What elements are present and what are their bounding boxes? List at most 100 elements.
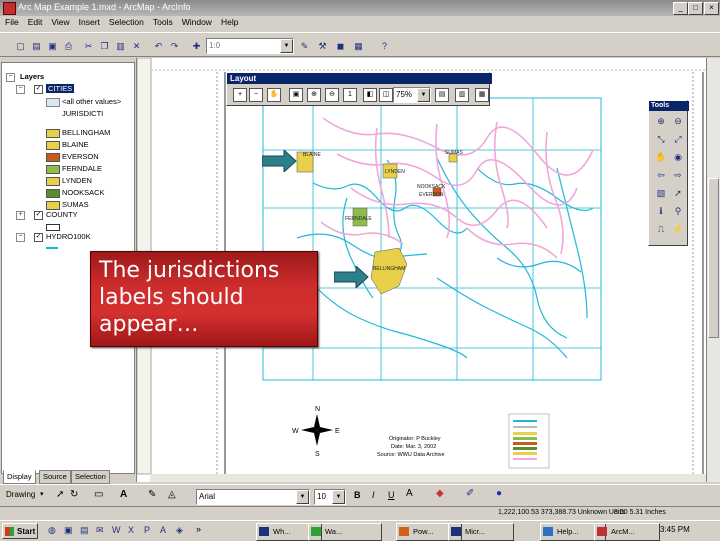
editor-toolbar-icon[interactable]: ✎ (296, 38, 313, 54)
tab-selection[interactable]: Selection (71, 470, 110, 484)
collapse-icon[interactable]: − (6, 73, 15, 82)
map-scale-combo[interactable]: 1:0 ▼ (206, 38, 294, 54)
tab-source[interactable]: Source (39, 470, 71, 484)
select-elements-icon[interactable]: ➚ (56, 489, 64, 500)
quick-launch-access-icon[interactable]: A (160, 525, 166, 535)
quick-launch-outlook-icon[interactable]: ✉ (96, 525, 104, 536)
layout-zoom-combo[interactable]: 75% ▼ (393, 87, 431, 103)
delete-icon[interactable]: ✕ (128, 38, 145, 54)
underline-button[interactable]: U (388, 490, 395, 500)
menu-help[interactable]: Help (216, 16, 242, 27)
cut-icon[interactable]: ✂ (80, 38, 97, 54)
new-document-icon[interactable]: ▢ (12, 38, 29, 54)
fill-color-icon[interactable]: ◆ (436, 488, 444, 499)
scroll-thumb[interactable] (708, 178, 719, 338)
rectangle-icon[interactable]: ▭ (94, 489, 103, 500)
select-features-icon[interactable]: ▧ (654, 187, 668, 200)
font-color-icon[interactable]: A (406, 488, 413, 499)
paste-icon[interactable]: ▥ (112, 38, 129, 54)
chevron-down-icon[interactable]: ▼ (280, 39, 293, 53)
fixed-zoom-out-icon[interactable]: ⊖ (325, 88, 339, 102)
text-tool-icon[interactable]: A (120, 489, 127, 500)
toc-layer-cities[interactable]: CITIES (46, 84, 75, 93)
quick-launch-arcmap-icon[interactable]: ◈ (176, 525, 183, 536)
whats-this-help-icon[interactable]: ? (376, 38, 393, 54)
collapse-icon[interactable]: − (16, 85, 25, 94)
hyperlink-icon[interactable]: ⚡ (671, 223, 685, 236)
quick-launch-ie-icon[interactable]: ◍ (48, 525, 56, 536)
menu-view[interactable]: View (46, 16, 73, 27)
zoom-in-page-icon[interactable]: + (233, 88, 247, 102)
edit-vertices-icon[interactable]: ◬ (168, 489, 176, 500)
zoom-in-icon[interactable]: ⊕ (654, 115, 668, 128)
fixed-zoom-in-icon[interactable]: ⤡ (654, 133, 668, 146)
zoom-100-icon[interactable]: 1 (343, 88, 357, 102)
callout-tool-icon[interactable]: ✎ (148, 489, 156, 500)
print-icon[interactable]: ⎙ (60, 38, 77, 54)
chevron-down-icon[interactable]: ▼ (417, 88, 430, 102)
task-button-2[interactable]: Wa... (308, 523, 382, 541)
horizontal-scrollbar[interactable] (150, 474, 706, 482)
redo-icon[interactable]: ↷ (166, 38, 183, 54)
back-extent-icon[interactable]: ⇦ (654, 169, 668, 182)
layout-options-icon[interactable]: ▦ (475, 88, 489, 102)
menu-selection[interactable]: Selection (104, 16, 148, 27)
tab-display[interactable]: Display (3, 470, 36, 484)
pan-page-icon[interactable]: ✋ (267, 88, 281, 102)
chevron-down-icon[interactable]: ▾ (40, 490, 44, 498)
select-elements-icon[interactable]: ➚ (671, 187, 685, 200)
save-icon[interactable]: ▣ (44, 38, 61, 54)
arccatalog-icon[interactable]: ◼ (332, 38, 349, 54)
measure-icon[interactable]: ⎍ (654, 223, 668, 236)
zoom-out-page-icon[interactable]: − (249, 88, 263, 102)
quick-launch-ppt-icon[interactable]: P (144, 525, 150, 535)
change-layout-icon[interactable]: ▤ (435, 88, 449, 102)
add-data-icon[interactable]: ✚ (188, 38, 205, 54)
menu-file[interactable]: File (0, 16, 23, 27)
zoom-out-icon[interactable]: ⊖ (671, 115, 685, 128)
italic-button[interactable]: I (372, 490, 375, 500)
toc-layer-hydro100k[interactable]: HYDRO100K (46, 232, 91, 241)
marker-color-icon[interactable]: ● (496, 488, 502, 499)
maximize-button[interactable]: □ (688, 2, 703, 15)
menu-insert[interactable]: Insert (74, 16, 104, 27)
start-button[interactable]: Start (2, 523, 38, 539)
quick-launch-folder-icon[interactable]: ▤ (80, 525, 89, 536)
undo-icon[interactable]: ↶ (150, 38, 167, 54)
toggle-draft-mode-icon[interactable]: ◧ (363, 88, 377, 102)
rotate-icon[interactable]: ↻ (70, 489, 78, 500)
open-folder-icon[interactable]: ▤ (28, 38, 45, 54)
vertical-scrollbar[interactable] (706, 58, 720, 482)
quick-launch-more-icon[interactable]: » (196, 524, 201, 534)
identify-icon[interactable]: ℹ (654, 205, 668, 218)
quick-launch-word-icon[interactable]: W (112, 525, 121, 535)
font-size-combo[interactable]: 10 ▼ (314, 489, 346, 505)
chevron-down-icon[interactable]: ▼ (332, 490, 345, 504)
zoom-whole-page-icon[interactable]: ▣ (289, 88, 303, 102)
layer-visibility-checkbox[interactable]: ✓ (34, 233, 43, 242)
layer-visibility-checkbox[interactable]: ✓ (34, 211, 43, 220)
layer-visibility-checkbox[interactable]: ✓ (34, 85, 43, 94)
chevron-down-icon[interactable]: ▼ (296, 490, 309, 504)
toc-root-layers[interactable]: Layers (20, 72, 44, 81)
forward-extent-icon[interactable]: ⇨ (671, 169, 685, 182)
font-name-combo[interactable]: Arial ▼ (196, 489, 310, 505)
collapse-icon[interactable]: − (16, 233, 25, 242)
task-button-4[interactable]: Micr... (448, 523, 514, 541)
drawing-menu[interactable]: Drawing (6, 490, 35, 499)
full-extent-icon[interactable]: ◉ (671, 151, 685, 164)
quick-launch-excel-icon[interactable]: X (128, 525, 134, 535)
data-driven-pages-icon[interactable]: ▥ (455, 88, 469, 102)
arctoolbox-icon[interactable]: ⚒ (314, 38, 331, 54)
task-button-6[interactable]: ArcM... (594, 523, 660, 541)
bold-button[interactable]: B (354, 490, 361, 500)
menu-window[interactable]: Window (177, 16, 216, 27)
focus-data-frame-icon[interactable]: ◫ (379, 88, 393, 102)
close-button[interactable]: × (704, 2, 719, 15)
fixed-zoom-in-icon[interactable]: ⊕ (307, 88, 321, 102)
minimize-button[interactable]: _ (673, 2, 688, 15)
menu-tools[interactable]: Tools (148, 16, 177, 27)
python-window-icon[interactable]: ▦ (350, 38, 367, 54)
menu-edit[interactable]: Edit (23, 16, 47, 27)
fixed-zoom-out-icon[interactable]: ⤢ (671, 133, 685, 146)
